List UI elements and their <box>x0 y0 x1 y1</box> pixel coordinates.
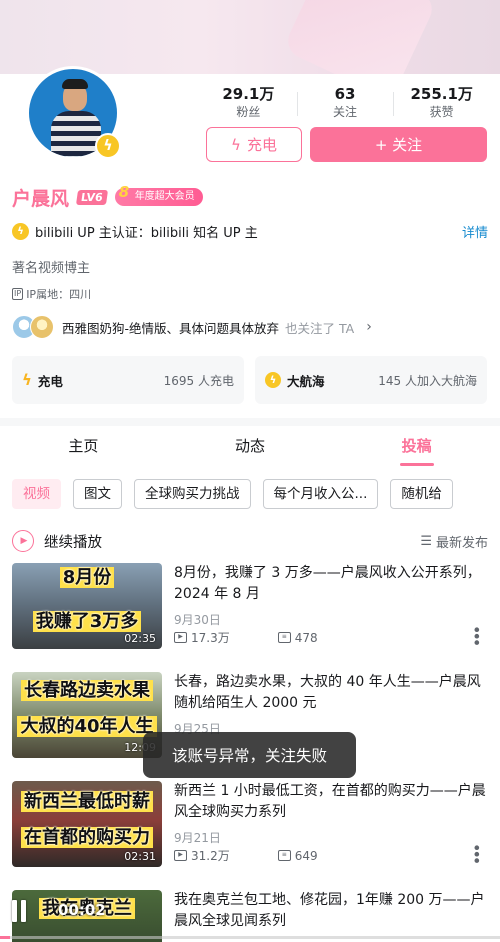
video-date: 9月30日 <box>174 613 221 627</box>
thumb-caption-bottom: 在首都的购买力 <box>12 827 162 849</box>
lightning-icon: ϟ <box>231 135 241 154</box>
thumb-caption-bottom: 我赚了3万多 <box>12 611 162 633</box>
video-title[interactable]: 8月份，我赚了 3 万多——户晨风收入公开系列，2024 年 8 月 <box>174 563 486 605</box>
mutual-names: 西雅图奶狗-绝情版、具体问题具体放弃 <box>62 320 280 336</box>
thumb-caption-top: 新西兰最低时薪 <box>12 791 162 813</box>
follow-button-label: + 关注 <box>374 136 423 154</box>
stat-following[interactable]: 63 关注 <box>296 84 394 120</box>
video-title[interactable]: 新西兰 1 小时最低工资，在首都的购买力——户晨风全球购买力系列 <box>174 781 486 823</box>
ip-location-text: IP属地：四川 <box>26 288 92 301</box>
stats-bar: 29.1万 粉丝 63 关注 255.1万 获赞 <box>200 84 490 120</box>
thumb-caption-top: 8月份 <box>12 567 162 589</box>
sort-lines-icon: ☰ <box>420 533 432 549</box>
video-meta: ▶ 31.2万 ≡ 649 <box>174 847 318 864</box>
chip-monthly-income[interactable]: 每个月收入公... <box>262 479 379 509</box>
stat-fans[interactable]: 29.1万 粉丝 <box>200 84 297 120</box>
play-icon[interactable]: ▶ <box>12 530 34 552</box>
certification-row: ϟ bilibili UP 主认证：bilibili 知名 UP 主 详情 <box>12 221 488 241</box>
play-count-icon: ▶ <box>174 850 187 861</box>
video-duration: 02:35 <box>124 632 156 645</box>
video-date: 9月21日 <box>174 831 221 845</box>
video-title[interactable]: 我在奥克兰包工地、修花园，1年赚 200 万——户晨风全球见闻系列 <box>174 890 486 932</box>
follow-button[interactable]: + 关注 <box>310 127 487 162</box>
video-title[interactable]: 长春，路边卖水果，大叔的 40 年人生——户晨风随机给陌生人 2000 元 <box>174 672 486 714</box>
thumb-caption-top: 长春路边卖水果 <box>12 680 162 702</box>
likes-label: 获赞 <box>429 105 454 119</box>
danmaku-icon: ≡ <box>277 632 291 643</box>
thumb-caption-bottom: 大叔的40年人生 <box>12 716 162 738</box>
navy-card-sub: 145 人加入大航海 <box>378 373 477 388</box>
play-count-icon: ▶ <box>174 632 187 643</box>
tab-home[interactable]: 主页 <box>0 426 167 468</box>
continue-label[interactable]: 继续播放 <box>44 531 102 552</box>
tab-dynamics[interactable]: 动态 <box>167 426 334 468</box>
charge-button-label: 充电 <box>246 136 277 154</box>
profile-tabs: 主页 动态 投稿 <box>0 426 500 468</box>
video-item[interactable]: 新西兰最低时薪 在首都的购买力 02:31 新西兰 1 小时最低工资，在首都的购… <box>12 781 488 871</box>
likes-count: 255.1万 <box>410 85 473 103</box>
pause-icon[interactable] <box>12 900 26 922</box>
chip-video[interactable]: 视频 <box>12 479 61 509</box>
ip-tag-icon: IP <box>12 288 24 300</box>
following-label: 关注 <box>333 105 358 119</box>
error-toast: 该账号异常，关注失败 <box>143 732 356 778</box>
navy-card-title: 大航海 <box>287 373 325 389</box>
certification-text: bilibili UP 主认证：bilibili 知名 UP 主 <box>35 225 258 241</box>
detail-link[interactable]: 详情 <box>462 222 488 241</box>
more-options-icon[interactable]: ••• <box>467 625 486 644</box>
vip-badge-label: 年度超大会员 <box>134 191 195 202</box>
video-thumbnail[interactable]: 长春路边卖水果 大叔的40年人生 12:09 <box>12 672 162 758</box>
player-current-time: 00:02 <box>58 901 106 919</box>
profile-banner <box>0 0 500 74</box>
fans-count: 29.1万 <box>222 85 275 103</box>
danmaku-count: 649 <box>294 848 318 863</box>
vip-years: 8 <box>118 183 130 201</box>
username: 户晨风 <box>12 187 70 210</box>
video-duration: 02:31 <box>124 850 156 863</box>
chip-article[interactable]: 图文 <box>73 479 122 509</box>
name-row: 户晨风 LV6 8 年度超大会员 <box>12 183 203 211</box>
video-meta: ▶ 17.3万 ≡ 478 <box>174 629 318 646</box>
navy-icon: ϟ <box>265 372 281 388</box>
mutual-follow-row[interactable]: 西雅图奶狗-绝情版、具体问题具体放弃 也关注了 TA › <box>12 314 372 340</box>
sort-button[interactable]: ☰ 最新发布 <box>420 532 488 551</box>
charge-card[interactable]: ϟ 充电 1695 人充电 <box>12 356 244 404</box>
mutual-suffix: 也关注了 TA <box>285 320 355 336</box>
charge-card-title: 充电 <box>37 373 63 389</box>
certified-lightning-icon: ϟ <box>12 222 29 240</box>
verified-lightning-icon: ϟ <box>95 133 121 159</box>
stat-likes[interactable]: 255.1万 获赞 <box>393 84 490 120</box>
charge-card-sub: 1695 人充电 <box>163 373 234 388</box>
more-options-icon[interactable]: ••• <box>467 843 486 862</box>
vip-badge[interactable]: 8 年度超大会员 <box>114 183 203 206</box>
section-divider <box>0 418 500 426</box>
chip-random-give[interactable]: 随机给 <box>390 479 453 509</box>
view-count: 17.3万 <box>191 631 230 645</box>
view-count: 31.2万 <box>191 849 230 863</box>
player-progress-bar[interactable] <box>0 936 500 939</box>
tab-uploads[interactable]: 投稿 <box>333 426 500 468</box>
danmaku-count: 478 <box>294 630 318 645</box>
video-thumbnail[interactable]: 8月份 我赚了3万多 02:35 <box>12 563 162 649</box>
fans-label: 粉丝 <box>236 105 261 119</box>
chip-global-power[interactable]: 全球购买力挑战 <box>134 479 251 509</box>
charge-button[interactable]: ϟ 充电 <box>206 127 302 162</box>
ip-location: IP IP属地：四川 <box>12 286 91 302</box>
filter-chips: 视频 图文 全球购买力挑战 每个月收入公... 随机给 <box>12 479 453 509</box>
mutual-avatars <box>12 314 56 340</box>
continue-play-row: ▶ 继续播放 ☰ 最新发布 <box>12 528 488 554</box>
chevron-right-icon: › <box>366 319 372 335</box>
video-item[interactable]: 8月份 我赚了3万多 02:35 8月份，我赚了 3 万多——户晨风收入公开系列… <box>12 563 488 653</box>
video-thumbnail[interactable]: 新西兰最低时薪 在首都的购买力 02:31 <box>12 781 162 867</box>
sort-label: 最新发布 <box>435 535 488 551</box>
player-progress-fill <box>0 936 10 939</box>
danmaku-icon: ≡ <box>277 850 291 861</box>
lightning-icon: ϟ <box>22 371 32 389</box>
signature: 著名视频博主 <box>12 261 91 276</box>
level-badge: LV6 <box>75 189 108 205</box>
following-count: 63 <box>334 85 356 103</box>
navy-card[interactable]: ϟ 大航海 145 人加入大航海 <box>255 356 487 404</box>
